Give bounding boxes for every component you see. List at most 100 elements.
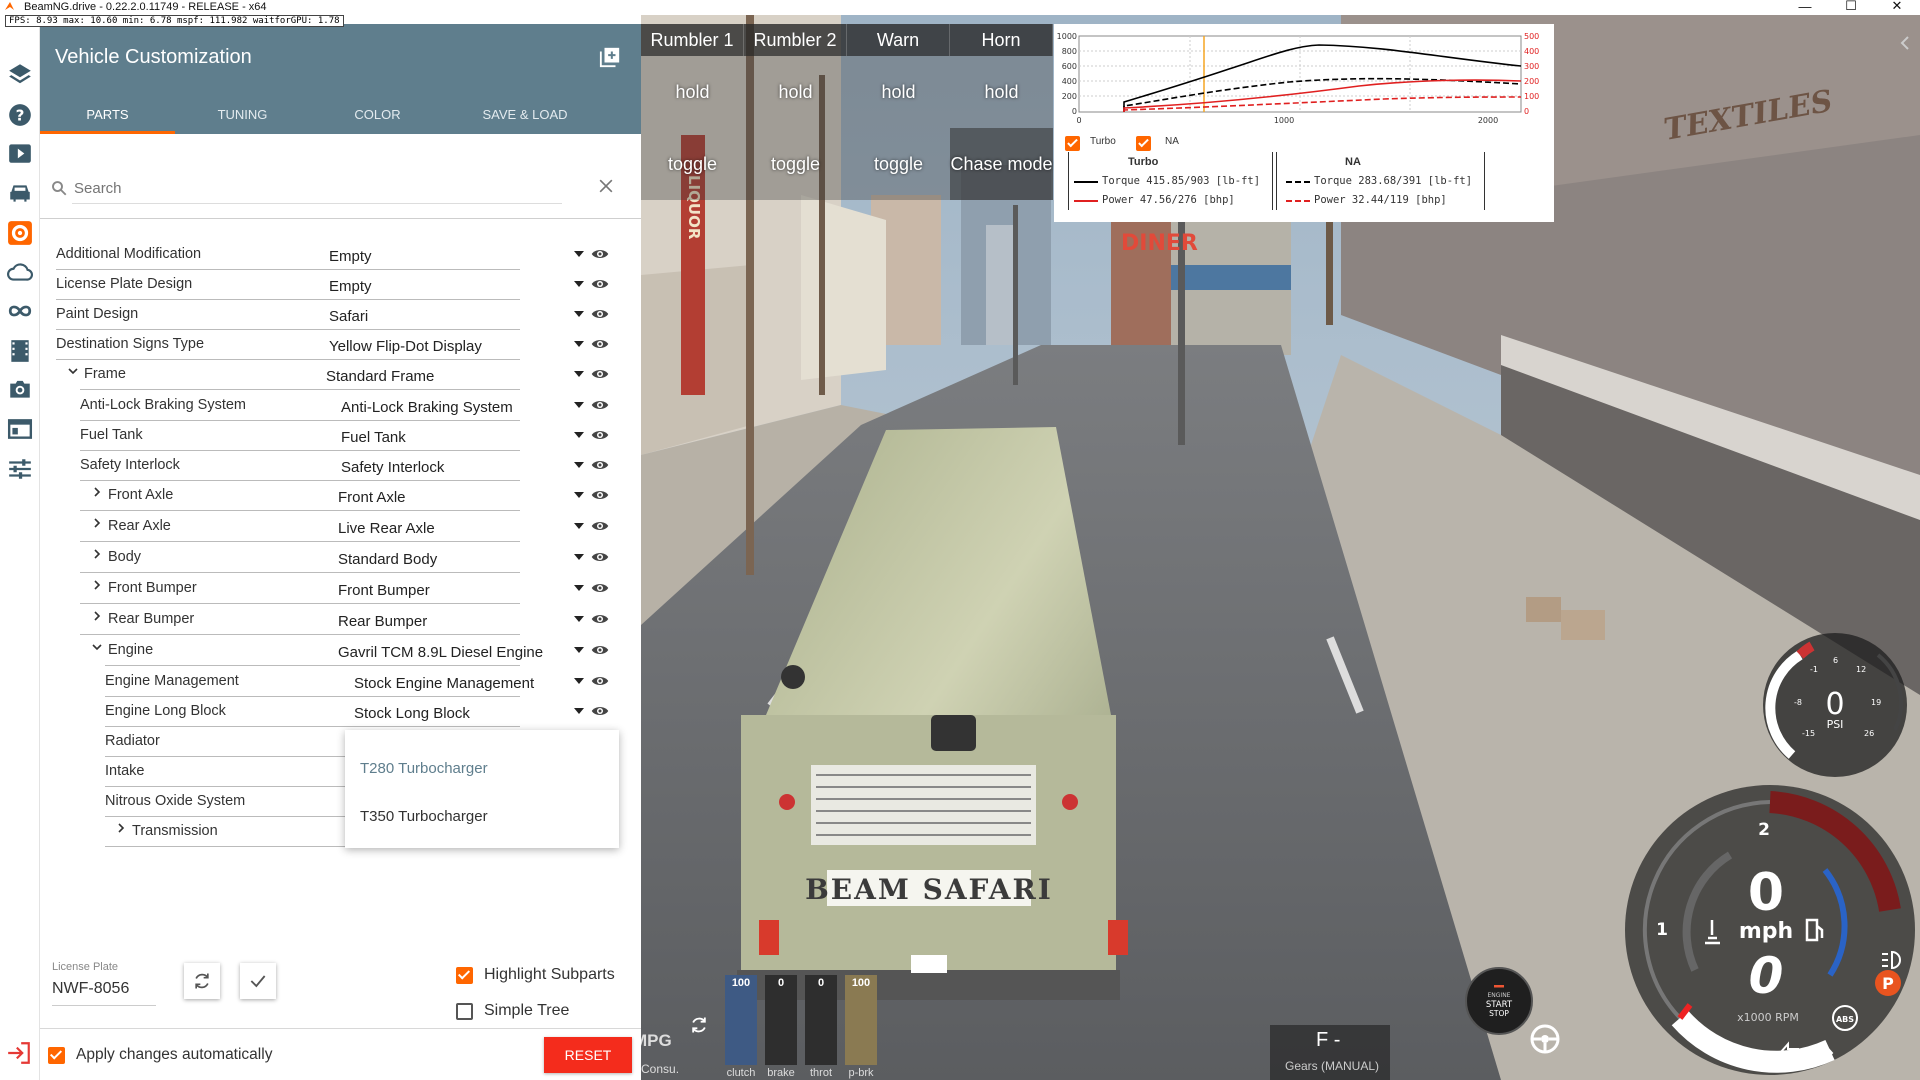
visibility-eye-icon[interactable] xyxy=(590,426,610,444)
dropdown-arrow-icon[interactable] xyxy=(574,371,584,377)
turbo-checkbox[interactable] xyxy=(1065,136,1080,151)
visibility-eye-icon[interactable] xyxy=(590,672,610,690)
dropdown-arrow-icon[interactable] xyxy=(574,616,584,622)
reset-consumption-icon[interactable] xyxy=(689,1015,709,1035)
dropdown-arrow-icon[interactable] xyxy=(574,311,584,317)
part-select-value[interactable]: Fuel Tank xyxy=(341,429,406,446)
dropdown-arrow-icon[interactable] xyxy=(574,585,584,591)
visibility-eye-icon[interactable] xyxy=(590,245,610,263)
binding-hold[interactable]: hold xyxy=(847,56,950,128)
binding-toggle[interactable]: toggle xyxy=(744,128,847,200)
visibility-eye-icon[interactable] xyxy=(590,335,610,353)
visibility-eye-icon[interactable] xyxy=(590,641,610,659)
visibility-eye-icon[interactable] xyxy=(590,456,610,474)
visibility-eye-icon[interactable] xyxy=(590,579,610,597)
apply-plate-button[interactable] xyxy=(240,963,276,999)
vehicle-config-icon[interactable] xyxy=(6,219,34,247)
visibility-eye-icon[interactable] xyxy=(590,702,610,720)
binding-toggle[interactable]: toggle xyxy=(641,128,744,200)
exit-icon[interactable] xyxy=(6,1040,32,1066)
replay-film-icon[interactable] xyxy=(6,337,34,365)
visibility-eye-icon[interactable] xyxy=(590,275,610,293)
dropdown-arrow-icon[interactable] xyxy=(574,554,584,560)
tab-tuning[interactable]: TUNING xyxy=(175,94,310,134)
na-checkbox[interactable] xyxy=(1136,136,1151,151)
add-window-icon[interactable] xyxy=(599,46,621,68)
chevron-left-icon[interactable] xyxy=(1895,33,1915,53)
part-select-value[interactable]: Stock Long Block xyxy=(354,705,470,722)
tab-color[interactable]: COLOR xyxy=(310,94,445,134)
visibility-eye-icon[interactable] xyxy=(590,396,610,414)
part-select-value[interactable]: Safety Interlock xyxy=(341,459,444,476)
ui-apps-icon[interactable] xyxy=(6,415,34,443)
part-select-value[interactable]: Rear Bumper xyxy=(338,613,427,630)
binding-chase-mode[interactable]: Chase mode xyxy=(950,128,1053,200)
visibility-eye-icon[interactable] xyxy=(590,305,610,323)
dropdown-arrow-icon[interactable] xyxy=(574,341,584,347)
part-select-value[interactable]: Standard Frame xyxy=(326,368,434,385)
visibility-eye-icon[interactable] xyxy=(590,548,610,566)
tab-save-load[interactable]: SAVE & LOAD xyxy=(445,94,605,134)
camera-icon[interactable] xyxy=(6,375,34,403)
vehicle-icon[interactable] xyxy=(6,179,34,207)
checkbox-checked[interactable] xyxy=(48,1047,65,1064)
reset-button[interactable]: RESET xyxy=(544,1037,632,1073)
settings-sliders-icon[interactable] xyxy=(6,455,34,483)
layers-icon[interactable] xyxy=(6,60,34,88)
visibility-eye-icon[interactable] xyxy=(590,610,610,628)
chevron-down-icon[interactable] xyxy=(90,640,104,654)
part-select-value[interactable]: Front Bumper xyxy=(338,582,430,599)
dropdown-arrow-icon[interactable] xyxy=(574,402,584,408)
part-select-value[interactable]: Stock Engine Management xyxy=(354,675,534,692)
minimize-icon[interactable]: — xyxy=(1782,0,1828,15)
random-plate-button[interactable] xyxy=(184,963,220,999)
part-select-value[interactable]: Safari xyxy=(329,308,368,325)
part-select-value[interactable]: Empty xyxy=(329,248,372,265)
dropdown-arrow-icon[interactable] xyxy=(574,492,584,498)
maximize-icon[interactable]: ☐ xyxy=(1828,0,1874,15)
dropdown-arrow-icon[interactable] xyxy=(574,462,584,468)
dropdown-option[interactable]: T280 Turbocharger xyxy=(360,760,488,777)
chevron-right-icon[interactable] xyxy=(90,578,104,592)
chevron-down-icon[interactable] xyxy=(66,364,80,378)
chevron-right-icon[interactable] xyxy=(90,516,104,530)
dropdown-arrow-icon[interactable] xyxy=(574,281,584,287)
dropdown-arrow-icon[interactable] xyxy=(574,523,584,529)
search-input[interactable] xyxy=(72,174,562,204)
help-icon[interactable]: ? xyxy=(6,101,34,129)
visibility-eye-icon[interactable] xyxy=(590,365,610,383)
chevron-right-icon[interactable] xyxy=(90,485,104,499)
binding-hold[interactable]: hold xyxy=(641,56,744,128)
part-select-value[interactable]: Empty xyxy=(329,278,372,295)
visibility-eye-icon[interactable] xyxy=(590,517,610,535)
dropdown-arrow-icon[interactable] xyxy=(574,251,584,257)
part-select-value[interactable]: Standard Body xyxy=(338,551,437,568)
part-select-value[interactable]: Live Rear Axle xyxy=(338,520,435,537)
checkbox-unchecked[interactable] xyxy=(456,1003,473,1020)
part-select-value[interactable]: Gavril TCM 8.9L Diesel Engine xyxy=(338,644,543,661)
chevron-right-icon[interactable] xyxy=(90,609,104,623)
binding-hold[interactable]: hold xyxy=(744,56,847,128)
part-select-value[interactable]: Front Axle xyxy=(338,489,406,506)
checkbox-checked[interactable] xyxy=(456,967,473,984)
chevron-right-icon[interactable] xyxy=(90,547,104,561)
visibility-eye-icon[interactable] xyxy=(590,486,610,504)
loop-icon[interactable] xyxy=(6,297,34,325)
dropdown-option[interactable]: T350 Turbocharger xyxy=(360,808,488,825)
dropdown-arrow-icon[interactable] xyxy=(574,432,584,438)
binding-toggle[interactable]: toggle xyxy=(847,128,950,200)
license-plate-input[interactable]: NWF-8056 xyxy=(52,980,156,1006)
dropdown-arrow-icon[interactable] xyxy=(574,647,584,653)
part-select-value[interactable]: Yellow Flip-Dot Display xyxy=(329,338,482,355)
binding-hold[interactable]: hold xyxy=(950,56,1053,128)
play-icon[interactable] xyxy=(6,139,34,167)
engine-start-stop-button[interactable]: ENGINE START STOP xyxy=(1464,966,1534,1036)
dropdown-arrow-icon[interactable] xyxy=(574,708,584,714)
dropdown-arrow-icon[interactable] xyxy=(574,678,584,684)
chevron-right-icon[interactable] xyxy=(114,821,128,835)
part-select-value[interactable]: Anti-Lock Braking System xyxy=(341,399,513,416)
environment-icon[interactable] xyxy=(6,258,34,286)
tab-parts[interactable]: PARTS xyxy=(40,94,175,134)
close-icon[interactable] xyxy=(596,176,616,196)
close-window-icon[interactable]: ✕ xyxy=(1874,0,1920,15)
